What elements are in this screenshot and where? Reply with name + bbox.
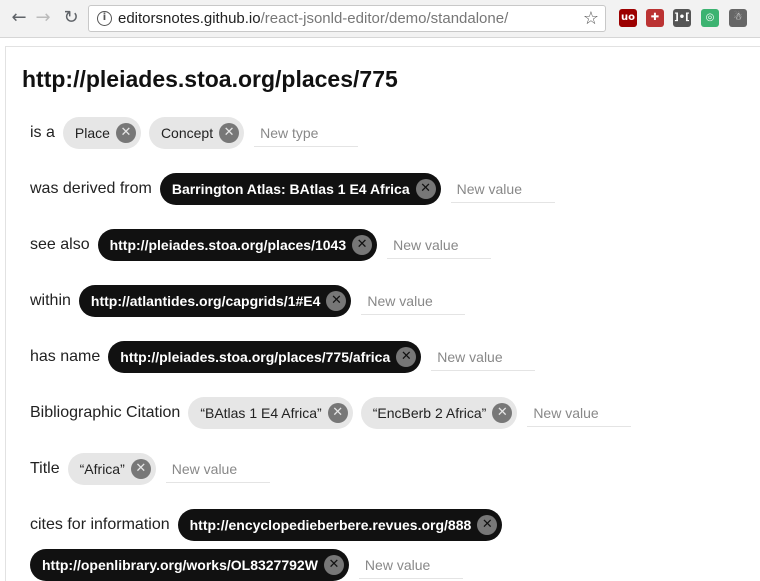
ext3-icon[interactable]: ]•[ — [673, 9, 691, 27]
remove-icon[interactable]: ✕ — [327, 403, 348, 423]
value-chip[interactable]: http://openlibrary.org/works/OL8327792W ✕ — [30, 549, 349, 581]
property-label: is a — [30, 124, 55, 141]
remove-icon[interactable]: ✕ — [352, 235, 373, 255]
new-value-input[interactable] — [361, 287, 466, 315]
property-row: Title “Africa” ✕ — [30, 453, 270, 485]
value-chip[interactable]: http://pleiades.stoa.org/places/775/afri… — [108, 341, 422, 373]
browser-toolbar: ← → ↻ i editorsnotes.github.io/react-jso… — [0, 0, 760, 38]
new-value-input[interactable] — [358, 551, 463, 579]
property-row: has name http://pleiades.stoa.org/places/… — [30, 341, 536, 373]
remove-icon[interactable]: ✕ — [219, 123, 240, 143]
property-label: see also — [30, 236, 90, 253]
property-label: was derived from — [30, 180, 152, 197]
remove-icon[interactable]: ✕ — [415, 179, 436, 199]
address-bar[interactable]: i editorsnotes.github.io/react-jsonld-ed… — [88, 5, 606, 32]
ublock-icon[interactable]: uo — [619, 9, 637, 27]
value-chip-label: Place — [74, 125, 110, 141]
ext4-icon[interactable]: ◎ — [701, 9, 719, 27]
new-value-input[interactable] — [254, 119, 359, 147]
remove-icon[interactable]: ✕ — [115, 123, 136, 143]
reload-icon[interactable]: ↻ — [60, 7, 82, 29]
value-chip[interactable]: Barrington Atlas: BAtlas 1 E4 Africa ✕ — [159, 173, 441, 205]
ext5-icon[interactable]: ☃ — [729, 9, 747, 27]
property-label: has name — [30, 348, 101, 365]
value-chip[interactable]: Place ✕ — [62, 117, 141, 149]
property-row: Bibliographic Citation “BAtlas 1 E4 Afric… — [30, 397, 632, 429]
remove-icon[interactable]: ✕ — [130, 459, 151, 479]
new-value-input[interactable] — [450, 175, 555, 203]
value-chip-label: “BAtlas 1 E4 Africa” — [200, 405, 322, 421]
forward-icon[interactable]: → — [32, 7, 54, 29]
value-chip[interactable]: “Africa” ✕ — [67, 453, 156, 485]
new-value-input[interactable] — [527, 399, 632, 427]
property-row: was derived from Barrington Atlas: BAtlas… — [30, 173, 555, 205]
value-chip-label: “Africa” — [79, 461, 125, 477]
property-label: cites for information — [30, 516, 170, 533]
value-chip[interactable]: http://encyclopedieberbere.revues.org/88… — [177, 509, 503, 541]
url-path: /react-jsonld-editor/demo/standalone/ — [260, 10, 509, 27]
value-chip-label: http://pleiades.stoa.org/places/1043 — [109, 237, 347, 253]
value-chip-label: http://pleiades.stoa.org/places/775/afri… — [120, 349, 391, 365]
url-host: editorsnotes.github.io — [118, 10, 261, 27]
ext2-icon[interactable]: ✚ — [646, 9, 664, 27]
value-chip-label: “EncBerb 2 Africa” — [372, 405, 487, 421]
back-icon[interactable]: ← — [8, 7, 30, 29]
property-label: Bibliographic Citation — [30, 404, 181, 421]
value-chip-label: Barrington Atlas: BAtlas 1 E4 Africa — [171, 181, 410, 197]
property-row: within http://atlantides.org/capgrids/1#E… — [30, 285, 466, 317]
property-row: cites for information http://encyclopedie… — [30, 509, 510, 541]
property-row: see also http://pleiades.stoa.org/places/… — [30, 229, 492, 261]
value-chip[interactable]: “EncBerb 2 Africa” ✕ — [360, 397, 518, 429]
info-icon[interactable]: i — [97, 11, 112, 26]
value-chip-label: http://atlantides.org/capgrids/1#E4 — [90, 293, 321, 309]
page-title: http://pleiades.stoa.org/places/775 — [22, 66, 398, 92]
value-chip-label: http://openlibrary.org/works/OL8327792W — [42, 557, 318, 573]
remove-icon[interactable]: ✕ — [492, 403, 513, 423]
new-value-input[interactable] — [165, 455, 270, 483]
property-label: Title — [30, 460, 60, 477]
value-chip-label: http://encyclopedieberbere.revues.org/88… — [189, 517, 472, 533]
url-text: editorsnotes.github.io/react-jsonld-edit… — [118, 10, 508, 27]
bookmark-star-icon[interactable]: ☆ — [583, 8, 599, 29]
value-chip[interactable]: http://atlantides.org/capgrids/1#E4 ✕ — [78, 285, 352, 317]
remove-icon[interactable]: ✕ — [396, 347, 417, 367]
value-chip[interactable]: “BAtlas 1 E4 Africa” ✕ — [188, 397, 353, 429]
new-value-input[interactable] — [387, 231, 492, 259]
property-row: http://openlibrary.org/works/OL8327792W ✕ — [30, 549, 463, 581]
value-chip-label: Concept — [160, 125, 214, 141]
value-chip[interactable]: Concept ✕ — [148, 117, 245, 149]
remove-icon[interactable]: ✕ — [326, 291, 347, 311]
remove-icon[interactable]: ✕ — [323, 555, 344, 575]
remove-icon[interactable]: ✕ — [477, 515, 498, 535]
value-chip[interactable]: http://pleiades.stoa.org/places/1043 ✕ — [97, 229, 378, 261]
property-label: within — [30, 292, 71, 309]
property-row: is a Place ✕ Concept ✕ — [30, 117, 359, 149]
new-value-input[interactable] — [431, 343, 536, 371]
